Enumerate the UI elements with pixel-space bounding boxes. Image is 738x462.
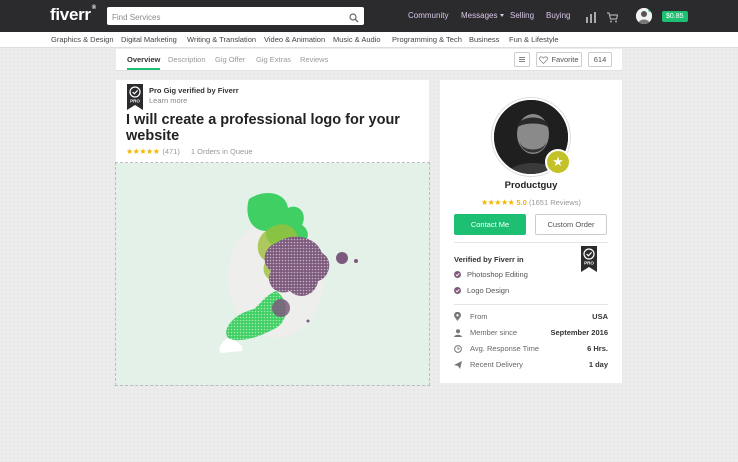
- heart-icon: [539, 55, 549, 64]
- favorite-button[interactable]: Favorite: [536, 52, 582, 67]
- pro-badge-side-text: PRO: [584, 261, 594, 266]
- gig-rating-row: ★★★★★ (471) 1 Orders in Queue: [126, 147, 253, 156]
- category-bar: Graphics & Design Digital Marketing Writ…: [0, 32, 738, 48]
- clock-icon: [454, 344, 464, 353]
- info-value: USA: [592, 312, 608, 321]
- tab-overview[interactable]: Overview: [127, 55, 161, 70]
- pro-badge-text: PRO: [130, 99, 140, 104]
- gig-review-count[interactable]: (471): [162, 147, 180, 156]
- pro-badge-icon: PRO: [581, 246, 597, 277]
- pro-star-icon: ★: [545, 149, 571, 175]
- nav-messages-link[interactable]: Messages: [461, 11, 504, 20]
- top-navbar: fiverr® Community Messages Selling Buyin…: [0, 0, 738, 32]
- tab-gig-extras[interactable]: Gig Extras: [256, 55, 291, 64]
- search-icon[interactable]: [349, 10, 359, 28]
- favorite-label: Favorite: [551, 55, 579, 64]
- category-business[interactable]: Business: [469, 35, 499, 44]
- seller-name[interactable]: Productguy: [440, 180, 622, 191]
- online-status-dot: [648, 8, 652, 12]
- send-icon: [454, 360, 464, 369]
- gig-stars: ★★★★★: [126, 147, 160, 156]
- info-label: Recent Delivery: [470, 360, 523, 369]
- cart-icon[interactable]: [607, 10, 619, 28]
- search-input[interactable]: [107, 8, 337, 27]
- balance-badge[interactable]: $0.85: [662, 11, 688, 22]
- info-value: September 2016: [550, 328, 608, 337]
- verified-check-icon: [454, 287, 461, 294]
- category-programming-tech[interactable]: Programming & Tech: [392, 35, 462, 44]
- info-label: Member since: [470, 328, 518, 337]
- gig-card: PRO Pro Gig verified by Fiverr Learn mor…: [115, 80, 430, 386]
- seller-stars: ★★★★★: [480, 198, 515, 207]
- category-fun-lifestyle[interactable]: Fun & Lifestyle: [509, 35, 559, 44]
- info-row-from: From USA: [454, 312, 608, 321]
- tab-reviews[interactable]: Reviews: [300, 55, 328, 64]
- seller-rating: ★★★★★ 5.0 (1651 Reviews): [440, 198, 622, 207]
- info-value: 1 day: [588, 360, 608, 369]
- learn-more-link[interactable]: Learn more: [149, 96, 187, 105]
- search-box: [107, 7, 364, 28]
- info-label: Avg. Response Time: [470, 344, 540, 353]
- category-graphics-design[interactable]: Graphics & Design: [51, 35, 114, 44]
- skill-item: Photoshop Editing: [454, 270, 528, 279]
- user-icon: [454, 328, 464, 337]
- verified-check-icon: [454, 271, 461, 278]
- hamburger-icon: [519, 57, 525, 62]
- category-writing-translation[interactable]: Writing & Translation: [187, 35, 256, 44]
- category-video-animation[interactable]: Video & Animation: [264, 35, 325, 44]
- nav-community-link[interactable]: Community: [408, 11, 448, 20]
- analytics-icon[interactable]: [586, 10, 596, 28]
- divider: [454, 304, 608, 305]
- category-music-audio[interactable]: Music & Audio: [333, 35, 381, 44]
- skill-item: Logo Design: [454, 286, 509, 295]
- verified-title: Verified by Fiverr in: [454, 255, 524, 264]
- divider: [454, 242, 608, 243]
- info-label: From: [470, 312, 488, 321]
- location-icon: [454, 312, 464, 321]
- seller-score: 5.0: [516, 198, 527, 207]
- more-options-button[interactable]: [514, 52, 530, 67]
- gig-title: I will create a professional logo for yo…: [126, 112, 400, 144]
- tab-description[interactable]: Description: [168, 55, 206, 64]
- category-digital-marketing[interactable]: Digital Marketing: [121, 35, 177, 44]
- pro-gig-title: Pro Gig verified by Fiverr: [149, 86, 239, 95]
- nav-selling-link[interactable]: Selling: [510, 11, 534, 20]
- info-value: 6 Hrs.: [587, 344, 608, 353]
- logo-artwork-image: [219, 193, 358, 353]
- orders-in-queue: 1 Orders in Queue: [190, 147, 253, 156]
- nav-buying-link[interactable]: Buying: [546, 11, 570, 20]
- info-row-member-since: Member since September 2016: [454, 328, 608, 337]
- gig-image[interactable]: [115, 162, 430, 386]
- info-row-response-time: Avg. Response Time 6 Hrs.: [454, 344, 608, 353]
- seller-review-count[interactable]: (1651 Reviews): [529, 198, 581, 207]
- seller-card: ★ Productguy ★★★★★ 5.0 (1651 Reviews) Co…: [440, 80, 622, 383]
- skill-label: Logo Design: [467, 286, 510, 295]
- gig-tab-bar: Overview Description Gig Offer Gig Extra…: [116, 49, 622, 71]
- contact-me-button[interactable]: Contact Me: [454, 214, 526, 235]
- pro-badge-icon: PRO: [127, 84, 143, 115]
- fiverr-logo[interactable]: fiverr®: [50, 5, 96, 25]
- skill-label: Photoshop Editing: [467, 270, 528, 279]
- favorite-count: 614: [588, 52, 612, 67]
- tab-gig-offer[interactable]: Gig Offer: [215, 55, 245, 64]
- info-row-recent-delivery: Recent Delivery 1 day: [454, 360, 608, 369]
- user-avatar[interactable]: [636, 8, 652, 24]
- custom-order-button[interactable]: Custom Order: [535, 214, 607, 235]
